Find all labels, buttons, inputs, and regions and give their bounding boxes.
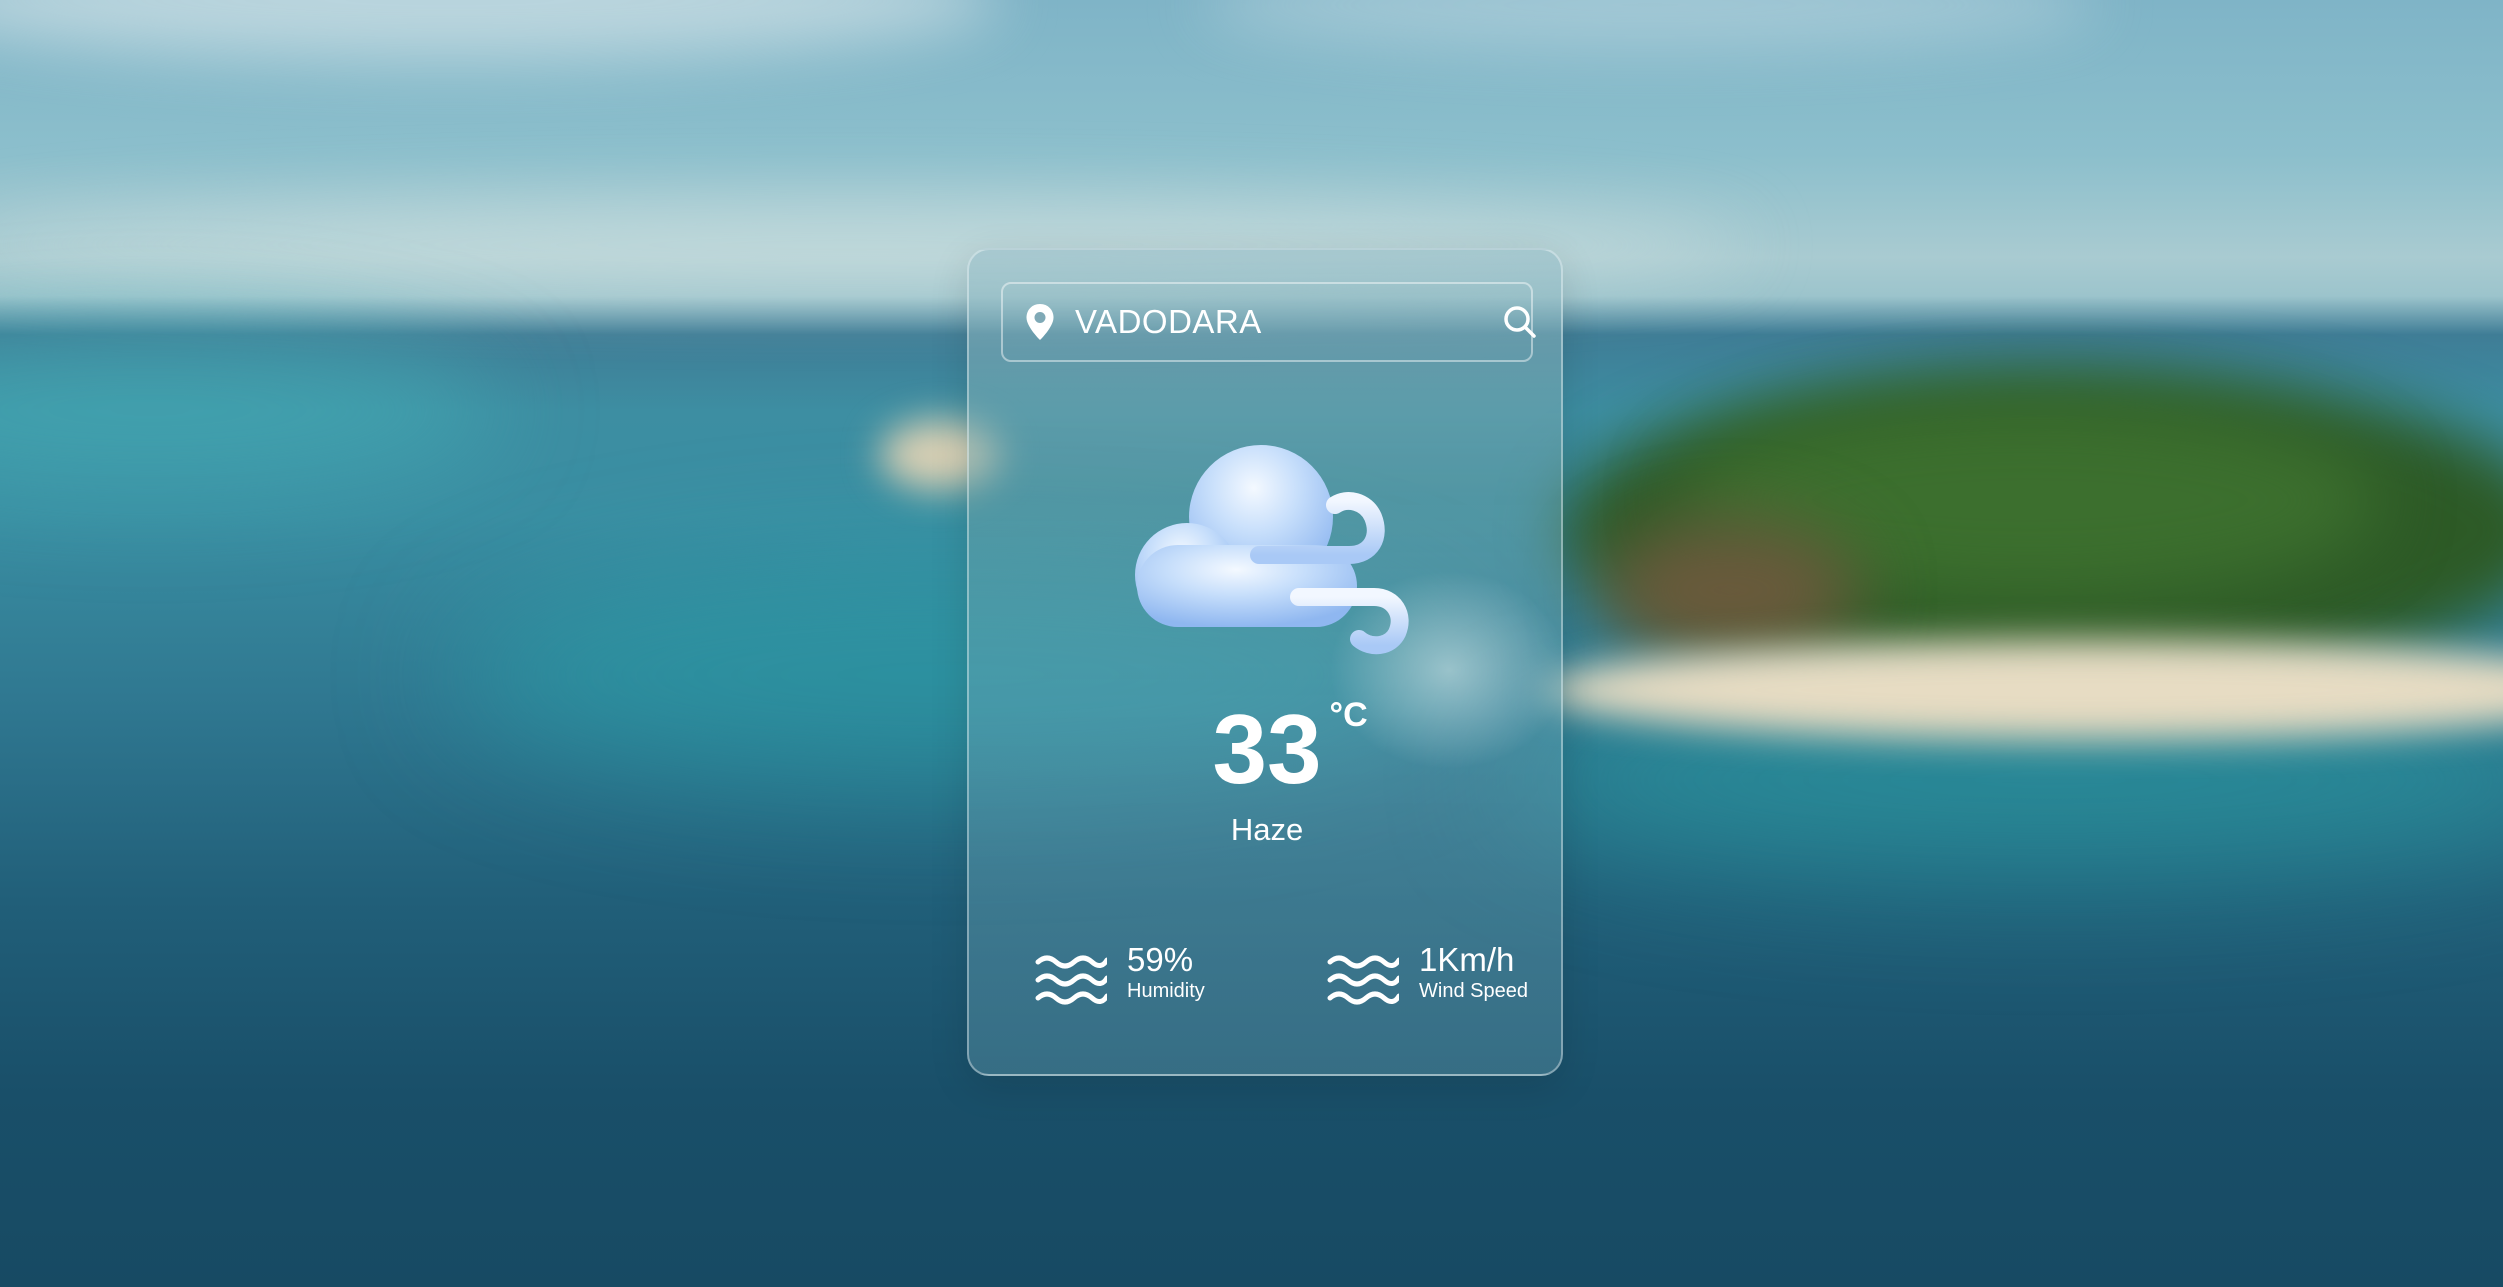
- humidity-label: Humidity: [1127, 980, 1205, 1002]
- wind-speed-label: Wind Speed: [1419, 980, 1528, 1002]
- waves-icon: [1327, 955, 1399, 1005]
- waves-icon: [1035, 955, 1107, 1005]
- humidity-stat: 59% Humidity: [1035, 940, 1205, 1008]
- search-button[interactable]: [1500, 302, 1540, 342]
- temperature-display: 33 °C: [969, 696, 1561, 798]
- weather-condition: Haze: [1230, 812, 1304, 847]
- cloud-wind-icon: [1135, 445, 1409, 655]
- wind-speed-stat: 1Km/h Wind Speed: [1327, 940, 1528, 1008]
- temperature-value: 33: [1212, 694, 1322, 804]
- search-icon: [1504, 306, 1536, 338]
- location-search-input[interactable]: [1075, 292, 1500, 352]
- wind-speed-value: 1Km/h: [1419, 941, 1515, 978]
- humidity-value: 59%: [1127, 941, 1194, 978]
- weather-card: 33 °C Haze 59% Humidity 1Km/h Wind Speed: [967, 248, 1563, 1076]
- map-pin-icon: [1026, 304, 1054, 340]
- temperature-unit: °C: [1329, 696, 1368, 734]
- search-bar: [1001, 282, 1536, 362]
